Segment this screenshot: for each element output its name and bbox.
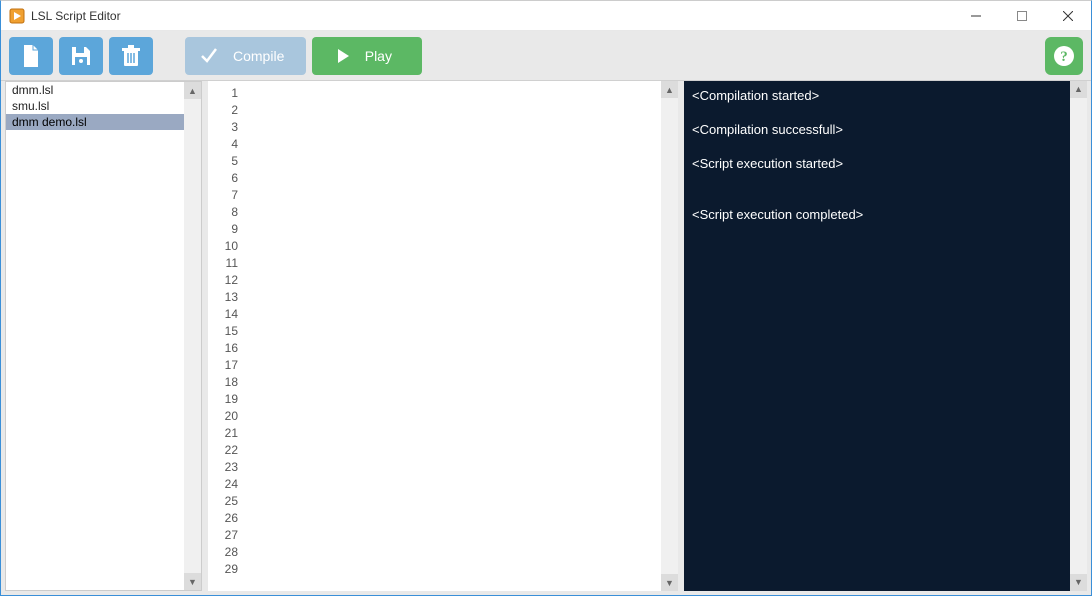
line-number: 7 (208, 187, 238, 204)
line-number: 28 (208, 544, 238, 561)
file-item[interactable]: smu.lsl (6, 98, 201, 114)
line-number: 26 (208, 510, 238, 527)
line-number: 23 (208, 459, 238, 476)
line-number: 11 (208, 255, 238, 272)
line-number: 18 (208, 374, 238, 391)
app-icon (9, 8, 25, 24)
line-number: 25 (208, 493, 238, 510)
file-list-panel: dmm.lslsmu.lsldmm demo.lsl ▲ ▼ (5, 81, 202, 591)
compile-button-label: Compile (233, 48, 284, 64)
close-button[interactable] (1045, 1, 1091, 30)
scroll-down-icon[interactable]: ▼ (1070, 574, 1087, 591)
scroll-up-icon[interactable]: ▲ (184, 82, 201, 99)
scroll-up-icon[interactable]: ▲ (1070, 81, 1087, 98)
line-number: 24 (208, 476, 238, 493)
play-button[interactable]: Play (312, 37, 422, 75)
svg-text:?: ? (1060, 49, 1068, 65)
toolbar: Compile Play ? (1, 31, 1091, 81)
editor-scrollbar[interactable]: ▲ ▼ (661, 81, 678, 591)
line-number: 21 (208, 425, 238, 442)
line-number: 2 (208, 102, 238, 119)
line-number: 1 (208, 85, 238, 102)
play-button-label: Play (365, 48, 392, 64)
line-number: 12 (208, 272, 238, 289)
scroll-up-icon[interactable]: ▲ (661, 81, 678, 98)
scroll-down-icon[interactable]: ▼ (661, 574, 678, 591)
minimize-button[interactable] (953, 1, 999, 30)
output-console: <Compilation started> <Compilation succes… (684, 81, 1087, 591)
output-scrollbar[interactable]: ▲ ▼ (1070, 81, 1087, 591)
line-number: 10 (208, 238, 238, 255)
new-file-button[interactable] (9, 37, 53, 75)
line-number: 27 (208, 527, 238, 544)
line-number-gutter: 1234567891011121314151617181920212223242… (208, 81, 246, 591)
line-number: 13 (208, 289, 238, 306)
maximize-button[interactable] (999, 1, 1045, 30)
console-message: <Script execution started> (692, 155, 1079, 172)
line-number: 6 (208, 170, 238, 187)
delete-button[interactable] (109, 37, 153, 75)
line-number: 29 (208, 561, 238, 578)
line-number: 17 (208, 357, 238, 374)
window-title: LSL Script Editor (31, 9, 121, 23)
file-list[interactable]: dmm.lslsmu.lsldmm demo.lsl (6, 82, 201, 590)
line-number: 3 (208, 119, 238, 136)
console-message (692, 189, 1079, 206)
console-message: <Script execution completed> (692, 206, 1079, 223)
line-number: 9 (208, 221, 238, 238)
line-number: 19 (208, 391, 238, 408)
line-number: 5 (208, 153, 238, 170)
help-button[interactable]: ? (1045, 37, 1083, 75)
compile-button[interactable]: Compile (185, 37, 306, 75)
window-controls (953, 1, 1091, 30)
console-message: <Compilation successfull> (692, 121, 1079, 138)
file-list-scrollbar[interactable]: ▲ ▼ (184, 82, 201, 590)
code-editor[interactable] (246, 81, 678, 591)
titlebar: LSL Script Editor (1, 1, 1091, 31)
file-item[interactable]: dmm demo.lsl (6, 114, 201, 130)
main-area: dmm.lslsmu.lsldmm demo.lsl ▲ ▼ 123456789… (1, 81, 1091, 595)
line-number: 20 (208, 408, 238, 425)
check-icon (199, 46, 219, 66)
scroll-down-icon[interactable]: ▼ (184, 573, 201, 590)
line-number: 14 (208, 306, 238, 323)
line-number: 22 (208, 442, 238, 459)
line-number: 8 (208, 204, 238, 221)
console-message: <Compilation started> (692, 87, 1079, 104)
play-icon (335, 48, 351, 64)
line-number: 15 (208, 323, 238, 340)
line-number: 16 (208, 340, 238, 357)
file-item[interactable]: dmm.lsl (6, 82, 201, 98)
line-number: 4 (208, 136, 238, 153)
save-button[interactable] (59, 37, 103, 75)
editor-panel: 1234567891011121314151617181920212223242… (208, 81, 678, 591)
